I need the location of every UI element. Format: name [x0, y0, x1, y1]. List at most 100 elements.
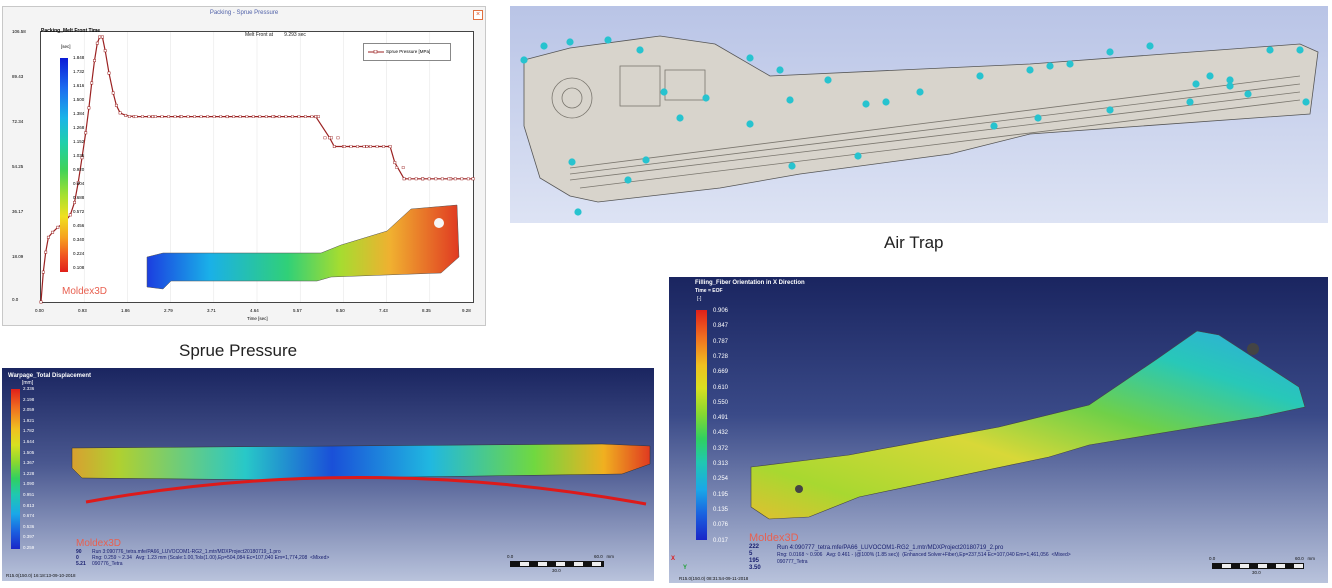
scale-mid-label: 30.0 — [1252, 570, 1261, 575]
air-trap-marker — [788, 162, 796, 170]
scale-value: 0.224 — [73, 251, 85, 256]
data-point — [118, 111, 122, 115]
warpage-rng-line: Rng: 0.259 ~ 2.34 Avg: 1.23 mm (Scale:1.… — [92, 555, 330, 561]
data-point — [51, 230, 55, 234]
data-point — [251, 115, 255, 119]
data-point — [291, 115, 294, 119]
data-point — [147, 115, 151, 119]
data-point — [408, 177, 412, 181]
air-trap-part-graphic — [520, 35, 1319, 216]
data-point — [310, 115, 314, 119]
data-point — [427, 177, 431, 181]
data-point — [330, 136, 333, 140]
air-trap-marker — [624, 176, 632, 184]
air-trap-marker — [854, 152, 862, 160]
data-point — [414, 177, 418, 181]
warpage-view: Warpage_Total Displacement [mm] 2.336 2.… — [2, 368, 654, 581]
x-tick-label: 0.00 — [35, 308, 44, 313]
scale-right-label: 60.0 mm — [594, 554, 615, 559]
data-point — [127, 115, 131, 119]
data-point — [225, 115, 229, 119]
air-trap-view — [510, 6, 1328, 223]
scale-value: 0.572 — [73, 209, 85, 214]
data-point — [317, 115, 320, 119]
moldex3d-logo: Moldex3D — [76, 538, 122, 549]
data-point — [232, 115, 236, 119]
x-tick-label: 6.50 — [336, 308, 345, 313]
data-point — [304, 115, 307, 119]
fiber-rng-line: Rng: 0.0168 ~ 0.906 Avg: 0.461 - (@100% … — [777, 552, 1071, 558]
data-point — [46, 235, 50, 239]
data-point — [365, 145, 369, 148]
y-tick-label: 89.43 — [12, 74, 24, 79]
data-point — [134, 115, 138, 119]
scale-value: 1.500 — [73, 97, 85, 102]
data-point — [393, 161, 397, 165]
data-point — [401, 166, 405, 169]
warpage-footer: R15.0(150.0) 16:18:13-09-10-2018 — [6, 573, 76, 578]
warpage-model-line: 090776_Tetra — [92, 561, 123, 567]
scale-value: 0.456 — [73, 223, 85, 228]
fiber-num: 3.50 — [749, 565, 761, 571]
air-trap-marker — [916, 88, 924, 96]
y-tick-label: 106.58 — [12, 29, 26, 34]
data-point — [466, 177, 470, 181]
x-axis-label: Time [sec] — [247, 316, 268, 321]
air-trap-marker — [520, 56, 528, 64]
data-point — [264, 115, 268, 119]
y-tick-label: 18.09 — [12, 254, 24, 259]
data-point — [151, 115, 155, 119]
air-trap-marker — [642, 156, 650, 164]
air-trap-marker — [1244, 90, 1252, 98]
air-trap-marker — [676, 114, 684, 122]
air-trap-marker — [636, 46, 644, 54]
air-trap-marker — [1226, 76, 1234, 84]
data-point — [323, 136, 327, 140]
data-point — [349, 145, 353, 148]
chart-header: Packing_Melt Front Time — [41, 28, 101, 34]
moldex3d-logo: Moldex3D — [749, 532, 799, 544]
data-point — [41, 270, 45, 274]
y-tick-label: 0.0 — [12, 297, 19, 302]
scale-value: 1.152 — [73, 139, 85, 144]
air-trap-marker — [1146, 42, 1154, 50]
data-point — [160, 115, 164, 119]
air-trap-marker — [604, 36, 612, 44]
x-tick-label: 4.64 — [250, 308, 259, 313]
data-point — [382, 145, 385, 148]
data-point — [332, 145, 336, 148]
data-point — [206, 115, 210, 119]
air-trap-marker — [574, 208, 582, 216]
data-point — [258, 115, 262, 119]
data-point — [44, 250, 48, 254]
warpage-num: 5.21 — [76, 561, 86, 567]
air-trap-marker — [1106, 106, 1114, 114]
x-tick-label: 1.86 — [121, 308, 130, 313]
color-scale-labels: 1.848 1.732 1.616 1.500 1.384 1.268 1.15… — [73, 55, 113, 277]
data-point — [103, 49, 107, 53]
data-point — [114, 103, 118, 107]
fiber-num: 222 — [749, 544, 760, 550]
air-trap-marker — [1066, 60, 1074, 68]
x-tick-label: 9.28 — [462, 308, 471, 313]
air-trap-marker — [824, 76, 832, 84]
legend-label: Sprue Pressure [MPa] — [386, 49, 431, 54]
data-point — [245, 115, 249, 119]
data-point — [440, 177, 444, 181]
x-tick-label: 8.35 — [422, 308, 431, 313]
data-point — [124, 113, 128, 117]
data-point — [421, 177, 425, 181]
scale-value: 1.384 — [73, 111, 85, 116]
x-tick-label: 0.93 — [78, 308, 87, 313]
data-point — [154, 115, 157, 119]
data-point — [356, 145, 359, 148]
data-point — [186, 115, 190, 119]
air-trap-marker — [1296, 46, 1304, 54]
scale-value: 0.340 — [73, 237, 85, 242]
scale-value: 1.268 — [73, 125, 85, 130]
x-tick-label: 2.79 — [164, 308, 173, 313]
data-point — [362, 145, 366, 148]
data-point — [271, 115, 275, 119]
air-trap-marker — [1302, 98, 1310, 106]
data-point — [395, 166, 399, 169]
